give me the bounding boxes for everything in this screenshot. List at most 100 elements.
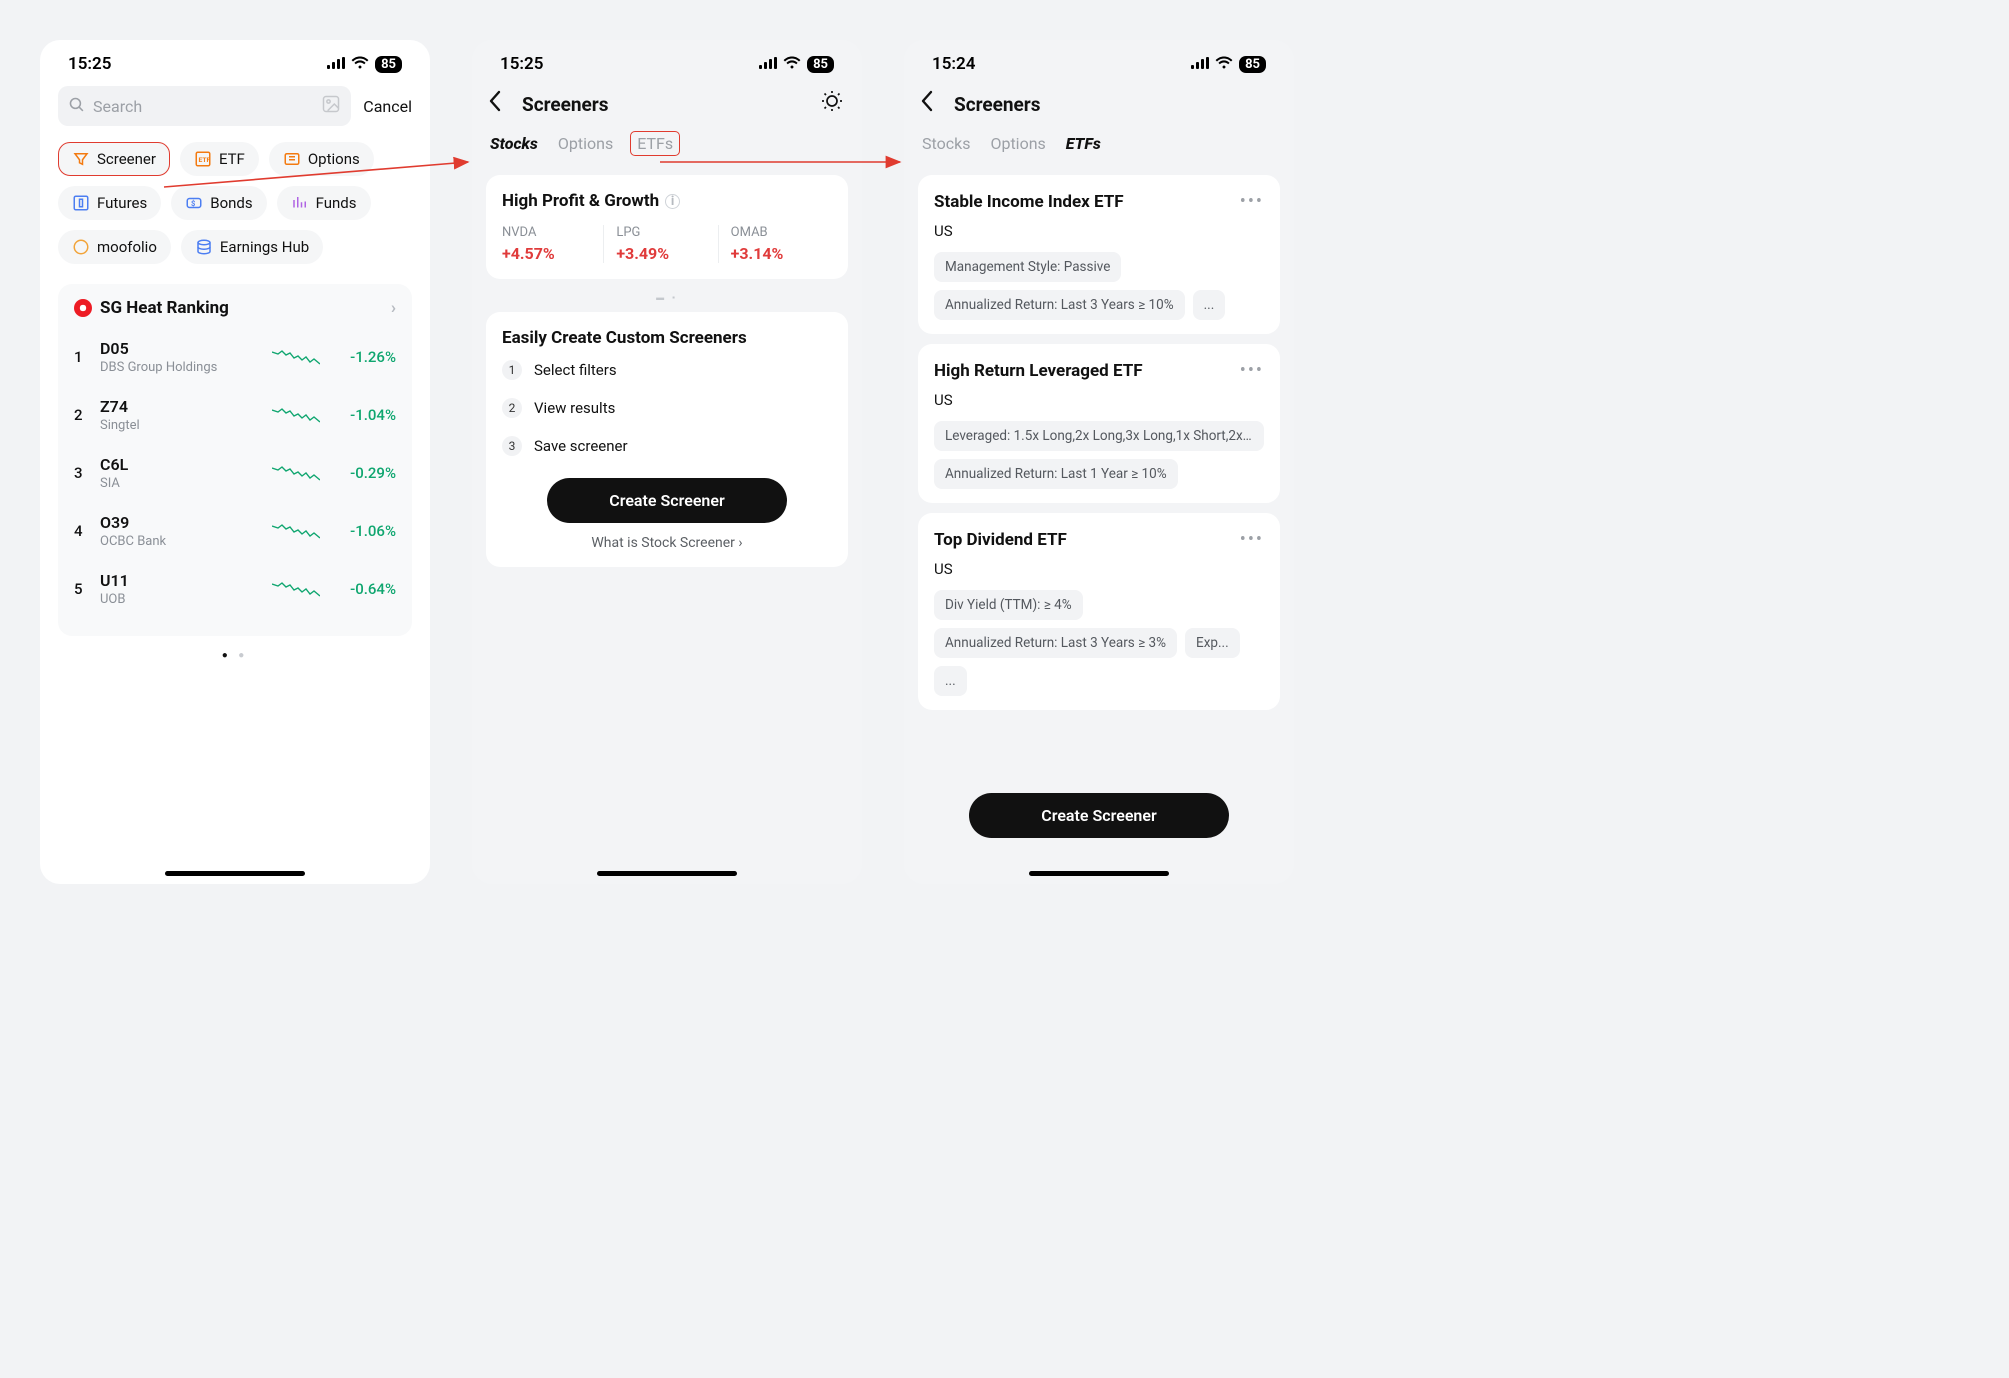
filter-pill: Div Yield (TTM): ≥ 4%: [934, 590, 1083, 620]
etf-screener-card[interactable]: Stable Income Index ETF ••• US Managemen…: [918, 175, 1280, 334]
filter-pill-row: Leveraged: 1.5x Long,2x Long,3x Long,1x …: [934, 421, 1264, 489]
preset-screener-card[interactable]: High Profit & Growth i NVDA +4.57% LPG +…: [486, 175, 848, 279]
category-chips: Screener ETF ETF Options Futures $ Bonds…: [40, 138, 430, 270]
rank-number: 2: [74, 406, 88, 424]
chip-label: Funds: [316, 194, 357, 212]
etf-screener-card[interactable]: High Return Leveraged ETF ••• US Leverag…: [918, 344, 1280, 503]
chip-label: ETF: [219, 150, 245, 168]
tab-etfs[interactable]: ETFs: [1066, 134, 1101, 153]
tab-stocks[interactable]: Stocks: [922, 134, 970, 153]
screener-tabs: Stocks Options ETFs: [904, 132, 1294, 165]
sparkline-icon: [272, 346, 320, 368]
battery-indicator: 85: [1239, 56, 1266, 73]
screen-screeners-etfs: 15:24 85 Screeners Stocks Options ETFs S…: [904, 40, 1294, 884]
rank-change: -0.64%: [332, 580, 396, 598]
chip-options[interactable]: Options: [269, 142, 374, 176]
chip-label: Earnings Hub: [220, 238, 309, 256]
step-number: 3: [502, 436, 522, 456]
etf-screener-card[interactable]: Top Dividend ETF ••• US Div Yield (TTM):…: [918, 513, 1280, 710]
card-page-indicator: ▬ ▪: [472, 293, 862, 302]
ticker-cell[interactable]: LPG +3.49%: [603, 225, 717, 263]
filter-pill: ...: [934, 666, 967, 696]
what-is-screener-link[interactable]: What is Stock Screener ›: [502, 535, 832, 551]
rank-number: 1: [74, 348, 88, 366]
chip-funds[interactable]: Funds: [277, 186, 371, 220]
status-icons: 85: [759, 54, 834, 74]
create-screener-button[interactable]: Create Screener: [547, 478, 787, 523]
status-bar: 15:24 85: [904, 40, 1294, 82]
chip-screener[interactable]: Screener: [58, 142, 170, 176]
more-icon[interactable]: •••: [1240, 360, 1264, 381]
ticker-symbol: NVDA: [502, 225, 603, 240]
rank-row[interactable]: 2 Z74 Singtel -1.04%: [74, 386, 396, 444]
chip-etf[interactable]: ETF ETF: [180, 142, 259, 176]
wifi-icon: [1215, 54, 1233, 74]
rank-change: -1.26%: [332, 348, 396, 366]
card-title: High Profit & Growth: [502, 191, 659, 211]
more-icon[interactable]: •••: [1240, 529, 1264, 550]
earnings-hub-icon: [195, 238, 213, 256]
rank-number: 5: [74, 580, 88, 598]
step-label: Select filters: [534, 361, 617, 379]
rank-row[interactable]: 1 D05 DBS Group Holdings -1.26%: [74, 328, 396, 386]
rank-row[interactable]: 4 O39 OCBC Bank -1.06%: [74, 502, 396, 560]
rank-change: -0.29%: [332, 464, 396, 482]
wifi-icon: [351, 54, 369, 74]
rank-symbol: O39: [100, 513, 260, 532]
rank-symbol: D05: [100, 339, 260, 358]
page-title: Screeners: [522, 93, 609, 116]
etf-region: US: [934, 222, 1264, 240]
ticker-grid: NVDA +4.57% LPG +3.49% OMAB +3.14%: [502, 225, 832, 263]
chip-earnings-hub[interactable]: Earnings Hub: [181, 230, 323, 264]
more-icon[interactable]: •••: [1240, 191, 1264, 212]
cancel-button[interactable]: Cancel: [363, 97, 412, 116]
hint-bulb-icon[interactable]: [820, 89, 844, 119]
rank-company-name: SIA: [100, 476, 260, 491]
info-icon[interactable]: i: [665, 194, 680, 209]
step-row: 3 Save screener: [502, 436, 832, 456]
create-screener-button[interactable]: Create Screener: [969, 793, 1229, 838]
step-label: Save screener: [534, 437, 628, 455]
status-time: 15:25: [68, 54, 111, 74]
link-label: What is Stock Screener: [591, 535, 735, 551]
futures-icon: [72, 194, 90, 212]
screen-search: 15:25 85 Search Cancel: [40, 40, 430, 884]
rank-row[interactable]: 5 U11 UOB -0.64%: [74, 560, 396, 618]
step-row: 1 Select filters: [502, 360, 832, 380]
rank-symbol: C6L: [100, 455, 260, 474]
create-screener-card: Easily Create Custom Screeners 1 Select …: [486, 312, 848, 567]
tab-etfs[interactable]: ETFs: [633, 134, 677, 153]
ticker-cell[interactable]: NVDA +4.57%: [502, 225, 603, 263]
chip-futures[interactable]: Futures: [58, 186, 161, 220]
etf-card-title: High Return Leveraged ETF: [934, 361, 1143, 381]
rank-company-name: Singtel: [100, 418, 260, 433]
back-button[interactable]: [482, 84, 508, 124]
back-button[interactable]: [914, 84, 940, 124]
filter-pill: Annualized Return: Last 3 Years ≥ 10%: [934, 290, 1185, 320]
chip-bonds[interactable]: $ Bonds: [171, 186, 266, 220]
etf-icon: ETF: [194, 150, 212, 168]
filter-pill: Management Style: Passive: [934, 252, 1121, 282]
chevron-right-icon: ›: [738, 535, 742, 551]
ticker-cell[interactable]: OMAB +3.14%: [718, 225, 832, 263]
tab-options[interactable]: Options: [558, 134, 613, 153]
status-icons: 85: [1191, 54, 1266, 74]
rank-row[interactable]: 3 C6L SIA -0.29%: [74, 444, 396, 502]
filter-pill: Exp...: [1185, 628, 1240, 658]
chip-moofolio[interactable]: moofolio: [58, 230, 171, 264]
rank-symbol: U11: [100, 571, 260, 590]
card-title: Easily Create Custom Screeners: [502, 328, 747, 348]
rank-change: -1.04%: [332, 406, 396, 424]
tab-options[interactable]: Options: [990, 134, 1045, 153]
tab-stocks[interactable]: Stocks: [490, 134, 538, 153]
sparkline-icon: [272, 578, 320, 600]
search-input[interactable]: Search: [58, 86, 351, 126]
battery-indicator: 85: [807, 56, 834, 73]
search-placeholder: Search: [93, 97, 142, 116]
chip-label: Bonds: [210, 194, 252, 212]
steps-list: 1 Select filters 2 View results 3 Save s…: [502, 360, 832, 456]
image-scan-icon[interactable]: [321, 94, 341, 118]
home-indicator: [597, 871, 737, 876]
heat-ranking-card[interactable]: SG Heat Ranking › 1 D05 DBS Group Holdin…: [58, 284, 412, 636]
sparkline-icon: [272, 404, 320, 426]
